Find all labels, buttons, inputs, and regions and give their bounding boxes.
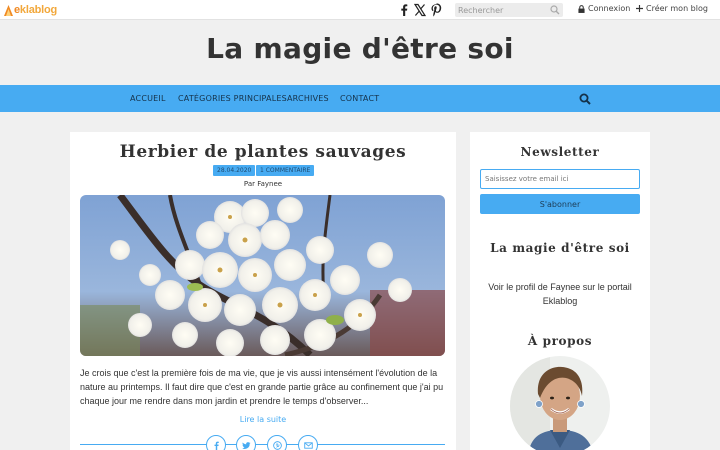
nav-item-accueil[interactable]: ACCUEIL [130, 94, 166, 103]
email-icon [303, 441, 313, 449]
search-icon[interactable] [550, 5, 560, 15]
avatar [510, 356, 610, 450]
share-twitter-button[interactable] [236, 435, 256, 450]
profile-link[interactable]: Voir le profil de Faynee sur le portail … [480, 280, 640, 308]
read-more-link[interactable]: Lire la suite [70, 415, 456, 424]
create-blog-label: Créer mon blog [646, 4, 708, 13]
lock-icon [578, 4, 585, 13]
post-image[interactable] [80, 195, 445, 356]
subscribe-button[interactable]: S'abonner [480, 194, 640, 214]
newsletter-title: Newsletter [520, 145, 600, 159]
nav-item-categories[interactable]: CATÉGORIES PRINCIPALES [178, 94, 287, 103]
site-title[interactable]: La magie d'être soi [0, 32, 720, 65]
login-label: Connexion [588, 4, 631, 13]
x-icon[interactable] [413, 3, 427, 17]
top-bar: eklablog Connexion Créer mon blog [0, 0, 720, 20]
top-search [455, 3, 563, 17]
nav-item-archives[interactable]: ARCHIVES [287, 94, 329, 103]
post-excerpt: Je crois que c'est la première fois de m… [80, 368, 444, 406]
about-title: À propos [527, 334, 593, 348]
sidebar: Newsletter S'abonner La magie d'être soi… [470, 132, 650, 450]
share-facebook-button[interactable] [206, 435, 226, 450]
create-blog-link[interactable]: Créer mon blog [636, 4, 708, 13]
main-nav: ACCUEIL CATÉGORIES PRINCIPALES ARCHIVES … [0, 85, 720, 112]
post-author: Par Faynee [243, 180, 283, 188]
nav-item-contact[interactable]: CONTACT [340, 94, 379, 103]
facebook-icon [214, 441, 219, 450]
share-divider [80, 444, 445, 445]
logo-text: eklablog [14, 4, 58, 16]
twitter-icon [241, 441, 251, 449]
facebook-icon[interactable] [397, 3, 411, 17]
plus-icon [636, 5, 643, 12]
email-field[interactable] [480, 169, 640, 189]
blog-widget-title: La magie d'être soi [490, 241, 630, 255]
share-email-button[interactable] [298, 435, 318, 450]
search-icon[interactable] [579, 93, 591, 105]
post-date-badge[interactable]: 28.04.2020 [213, 165, 256, 176]
search-input[interactable] [455, 3, 547, 17]
pinterest-icon [272, 440, 282, 450]
pinterest-icon[interactable] [429, 3, 443, 17]
post-title[interactable]: Herbier de plantes sauvages [70, 142, 456, 162]
eklablog-logo[interactable]: eklablog [4, 3, 57, 17]
login-link[interactable]: Connexion [578, 4, 630, 13]
share-pinterest-button[interactable] [267, 435, 287, 450]
eklablog-logo-icon [4, 4, 13, 16]
post-card: Herbier de plantes sauvages 28.04.2020 1… [70, 132, 456, 450]
comments-badge[interactable]: 1 COMMENTAIRE [256, 165, 315, 176]
